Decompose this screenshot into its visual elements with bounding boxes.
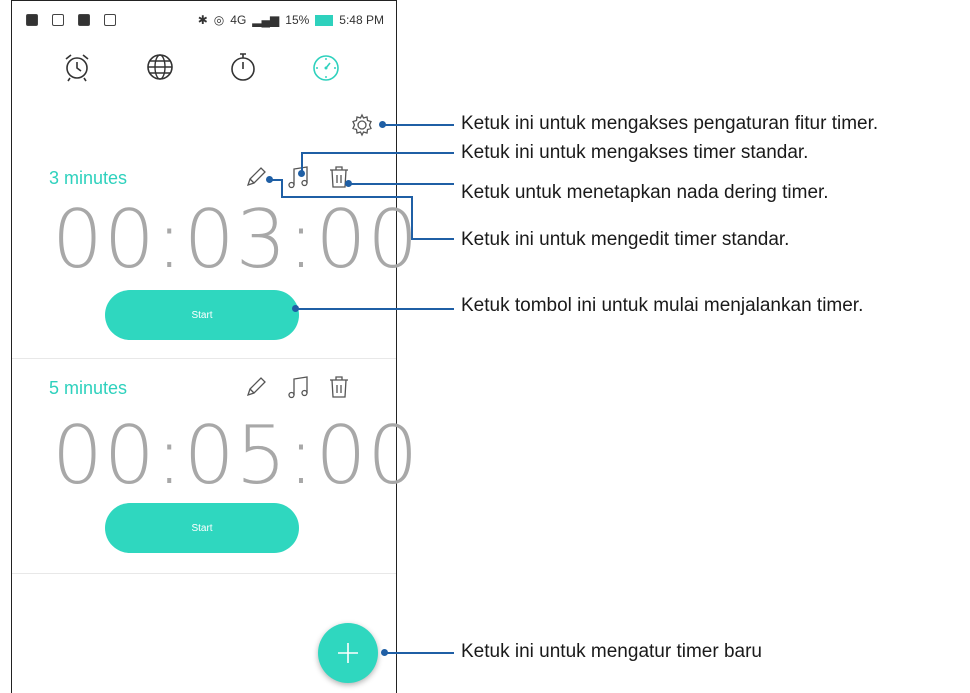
delete-timer-button[interactable] [328,375,352,401]
tab-stopwatch[interactable] [225,47,261,87]
callout-line-start [297,308,454,310]
timer-name: 5 minutes [49,378,128,398]
timer-card-5-minutes: 5 minutes 00:05:00 Start [12,361,420,574]
callout-add: Ketuk ini untuk mengatur timer baru [461,641,762,662]
edit-timer-button[interactable] [244,165,268,191]
status-bar: ✱ ◎ 4G ▂▄▆ 15% 5:48 PM [12,1,396,43]
phone-screen: ✱ ◎ 4G ▂▄▆ 15% 5:48 PM 3 minutes 00:03:0… [11,0,420,693]
trash-icon [330,376,348,398]
callout-line-music-h [301,152,454,154]
callout-edit: Ketuk ini untuk mengedit timer standar. [461,229,790,250]
pencil-icon [246,377,266,397]
notification-icons [26,14,116,26]
bluetooth-icon: ✱ [197,13,208,27]
vibrate-icon: ◎ [213,13,225,27]
clock-time: 5:48 PM [339,13,384,27]
start-button[interactable]: Start [105,290,299,340]
alarm-icon [65,54,89,82]
message-notification-icon [78,14,90,26]
timer-name: 3 minutes [49,168,128,188]
edit-timer-button[interactable] [244,375,268,401]
callout-line-edit-d [411,196,413,239]
gear-icon [352,113,372,137]
battery-percent: 15% [285,13,310,27]
callout-line-edit-b [281,179,283,197]
callout-line-settings [384,124,454,126]
timer-display: 00:05:00 [52,409,420,502]
ringtone-button[interactable] [287,165,311,191]
world-clock-icon [147,54,173,80]
music-note-icon [288,166,308,189]
callout-music: Ketuk ini untuk mengakses timer standar. [461,142,809,163]
status-right: ✱ ◎ 4G ▂▄▆ 15% 5:48 PM [198,13,384,27]
callout-line-add [386,652,454,654]
settings-button[interactable] [350,113,374,137]
timer-display: 00:03:00 [52,193,420,286]
callout-line-delete [350,183,454,185]
callout-start: Ketuk tombol ini untuk mulai menjalankan… [461,295,864,316]
stopwatch-icon [231,53,255,81]
callout-line-music-v [301,152,303,173]
image-notification-icon [52,14,64,26]
tab-bar [12,47,396,97]
app-notification-icon [26,14,38,26]
add-timer-button[interactable] [318,623,378,683]
signal-icon: ▂▄▆ [252,13,280,27]
battery-icon [315,14,334,26]
network-type: 4G [230,13,247,27]
callout-line-edit-e [411,238,454,240]
callout-delete: Ketuk untuk menetapkan nada dering timer… [461,182,829,203]
tab-timer[interactable] [308,47,344,87]
sd-card-icon [104,14,116,26]
pencil-icon [246,167,266,187]
callout-line-edit-c [281,196,412,198]
timer-card-3-minutes: 3 minutes 00:03:00 Start [12,151,420,359]
callout-settings: Ketuk ini untuk mengakses pengaturan fit… [461,113,879,134]
start-button[interactable]: Start [105,503,299,553]
plus-icon [338,643,358,663]
tab-alarm[interactable] [59,47,95,87]
timer-icon [313,55,339,81]
delete-timer-button[interactable] [328,165,352,191]
tab-world-clock[interactable] [142,47,178,87]
music-note-icon [288,376,308,399]
ringtone-button[interactable] [287,375,311,401]
